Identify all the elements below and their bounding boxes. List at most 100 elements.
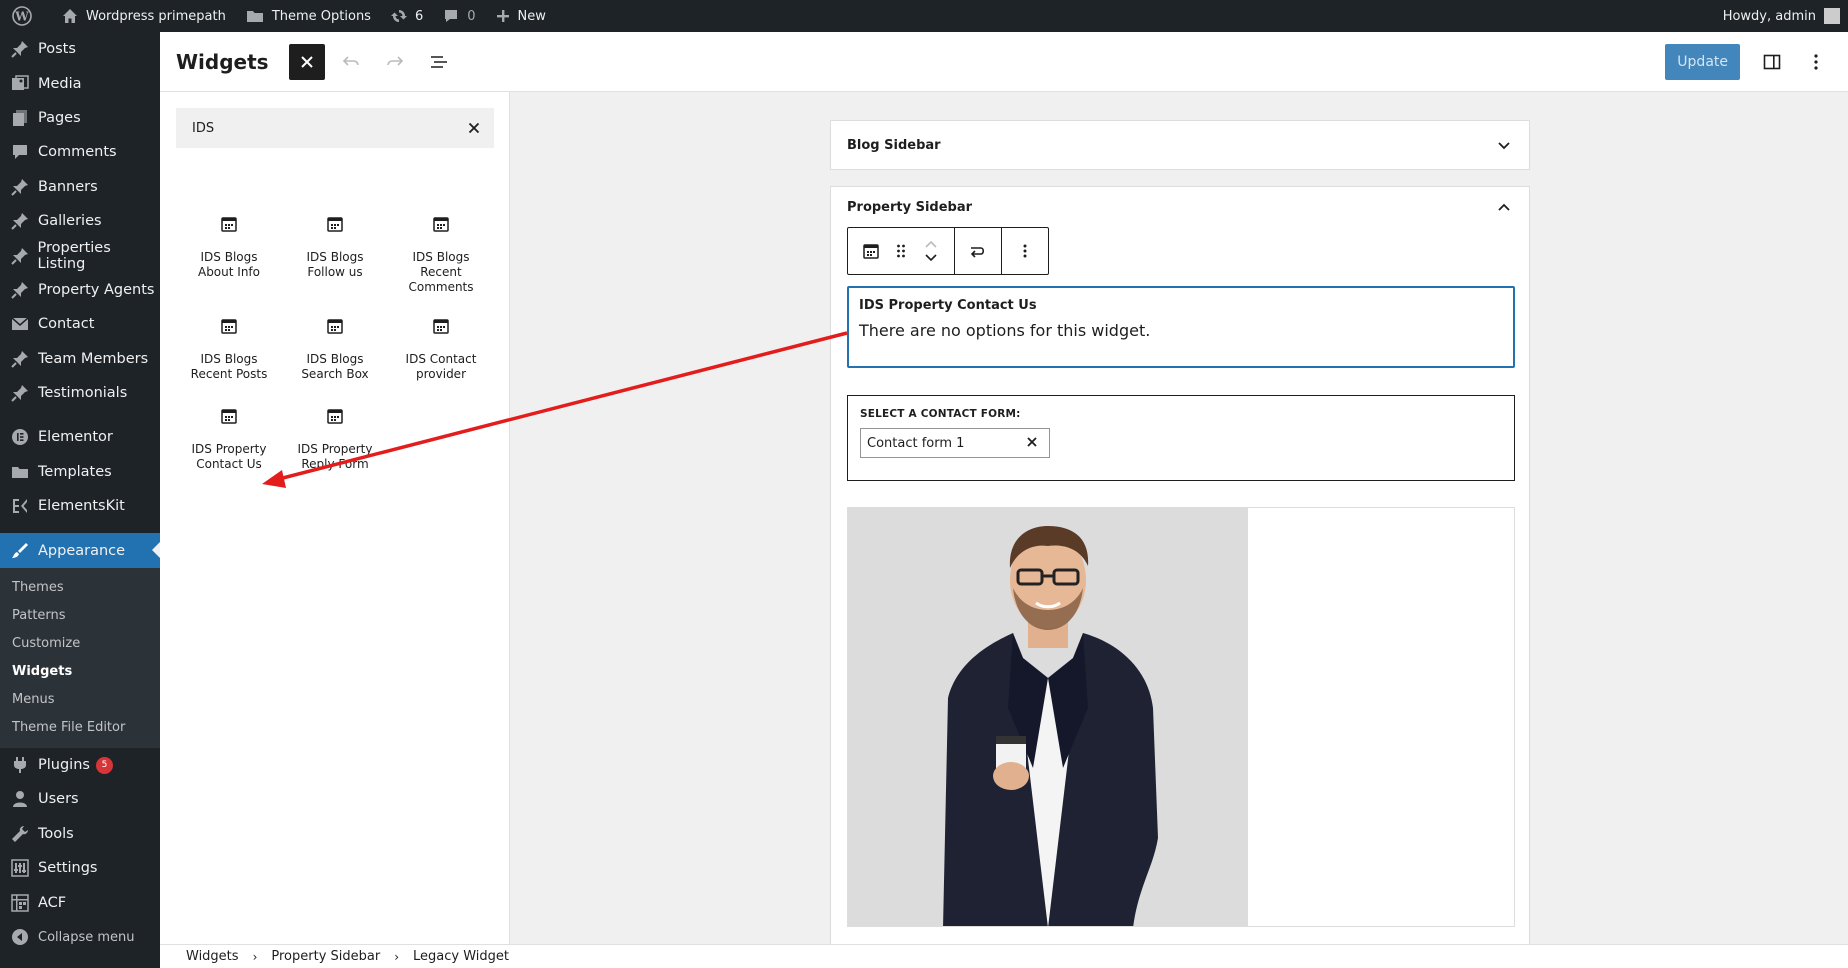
sidebar-item-galleries[interactable]: Galleries xyxy=(0,204,160,238)
convert-to-blocks-button[interactable] xyxy=(963,228,993,274)
updates-link[interactable]: 6 xyxy=(381,0,433,32)
admin-bar: W Wordpress primepath Theme Options 6 0 … xyxy=(0,0,1848,32)
options-menu-button[interactable] xyxy=(1798,44,1834,80)
sidebar-item-contact[interactable]: Contact xyxy=(0,307,160,341)
submenu-item-menus[interactable]: Menus xyxy=(0,686,160,714)
block-result-label-line: provider xyxy=(416,367,466,381)
sidebar-item-label: Users xyxy=(38,791,79,808)
sidebar-item-elementskit[interactable]: ElementsKit xyxy=(0,489,160,523)
block-options-button[interactable] xyxy=(1010,228,1040,274)
submenu-item-theme-file-editor[interactable]: Theme File Editor xyxy=(0,714,160,742)
widget-area-blog-sidebar[interactable]: Blog Sidebar xyxy=(830,120,1530,170)
drag-handle[interactable] xyxy=(886,228,916,274)
block-result-label-line: IDS Contact xyxy=(405,352,477,366)
submenu-item-themes[interactable]: Themes xyxy=(0,574,160,602)
sidebar-item-property-agents[interactable]: Property Agents xyxy=(0,273,160,307)
pushpin-icon xyxy=(10,246,30,266)
block-breadcrumb: Widgets › Property Sidebar › Legacy Widg… xyxy=(160,944,1848,968)
sidebar-item-label: Tools xyxy=(38,825,74,842)
sidebar-item-comments[interactable]: Comments xyxy=(0,135,160,169)
widget-area-property-sidebar[interactable]: Property Sidebar IDS Property Contact Us… xyxy=(830,186,1530,944)
submenu-item-patterns[interactable]: Patterns xyxy=(0,602,160,630)
updates-icon xyxy=(390,10,407,22)
chevron-down-icon[interactable] xyxy=(924,253,938,263)
block-result-label-line: Comments xyxy=(408,280,474,294)
comments-count: 0 xyxy=(467,8,476,24)
block-result-item[interactable]: IDS Blogs Recent Posts xyxy=(176,314,282,382)
block-type-button[interactable] xyxy=(856,228,886,274)
home-icon xyxy=(63,9,77,23)
comment-icon xyxy=(445,10,458,22)
submenu-item-widgets[interactable]: Widgets xyxy=(0,658,160,686)
chevron-up-icon[interactable] xyxy=(1497,201,1511,215)
pushpin-icon xyxy=(10,211,30,231)
sidebar-item-pages[interactable]: Pages xyxy=(0,101,160,135)
sidebar-item-label: ACF xyxy=(38,894,67,911)
sidebar-item-label: Testimonials xyxy=(38,385,128,402)
block-result-item[interactable]: IDS Property Reply Form xyxy=(282,404,388,472)
clear-search-icon[interactable] xyxy=(464,118,484,138)
contact-form-select[interactable]: Contact form 1 xyxy=(860,428,1050,458)
settings-sidebar-toggle[interactable] xyxy=(1754,44,1790,80)
block-result-item[interactable]: IDS Blogs Search Box xyxy=(282,314,388,382)
close-icon xyxy=(300,55,313,68)
block-result-item[interactable]: IDS Contact provider xyxy=(388,314,494,382)
chevron-down-icon[interactable] xyxy=(1497,138,1511,152)
wordpress-logo-icon[interactable]: W xyxy=(0,0,52,32)
sidebar-item-templates[interactable]: Templates xyxy=(0,455,160,489)
update-button[interactable]: Update xyxy=(1665,43,1740,80)
settings-icon xyxy=(10,858,30,878)
sidebar-item-label: Property Agents xyxy=(38,281,155,298)
pages-icon xyxy=(10,108,30,128)
sidebar-item-appearance[interactable]: Appearance xyxy=(0,533,160,568)
chevron-up-icon[interactable] xyxy=(924,239,938,249)
sidebar-item-banners[interactable]: Banners xyxy=(0,170,160,204)
sidebar-item-label: Pages xyxy=(38,109,81,126)
block-result-item[interactable]: IDS Blogs About Info xyxy=(176,212,282,280)
breadcrumb-item[interactable]: Widgets xyxy=(186,949,239,964)
comments-link[interactable]: 0 xyxy=(433,0,485,32)
list-view-button[interactable] xyxy=(421,44,457,80)
block-result-label-line: IDS Property xyxy=(191,442,267,456)
breadcrumb-item[interactable]: Property Sidebar xyxy=(271,949,380,964)
contact-form-block[interactable]: SELECT A CONTACT FORM: Contact form 1 xyxy=(847,395,1515,481)
sidebar-item-testimonials[interactable]: Testimonials xyxy=(0,376,160,410)
block-result-label-line: IDS Property xyxy=(297,442,373,456)
sidebar-item-plugins[interactable]: Plugins 5 xyxy=(0,748,160,782)
move-buttons[interactable] xyxy=(916,228,946,274)
block-toolbar xyxy=(847,227,1049,275)
theme-options-link[interactable]: Theme Options xyxy=(236,0,381,32)
clear-selection-icon[interactable] xyxy=(1025,435,1039,449)
undo-button[interactable] xyxy=(333,44,369,80)
sidebar-item-users[interactable]: Users xyxy=(0,782,160,816)
legacy-widget-block[interactable]: IDS Property Contact Us There are no opt… xyxy=(847,286,1515,368)
block-result-item[interactable]: IDS Blogs Follow us xyxy=(282,212,388,280)
block-result-item[interactable]: IDS Blogs Recent Comments xyxy=(388,212,494,295)
redo-button[interactable] xyxy=(377,44,413,80)
person-photo xyxy=(848,508,1248,926)
sidebar-item-media[interactable]: Media xyxy=(0,66,160,100)
sidebar-item-team-members[interactable]: Team Members xyxy=(0,342,160,376)
site-name-link[interactable]: Wordpress primepath xyxy=(52,0,236,32)
plugin-icon xyxy=(10,755,30,775)
sidebar-item-label: Contact xyxy=(38,316,95,333)
howdy-text: Howdy, admin xyxy=(1722,8,1816,24)
submenu-item-customize[interactable]: Customize xyxy=(0,630,160,658)
sidebar-item-elementor[interactable]: Elementor xyxy=(0,420,160,454)
image-block[interactable] xyxy=(847,507,1515,927)
collapse-menu-button[interactable]: Collapse menu xyxy=(0,920,160,954)
sidebar-item-posts[interactable]: Posts xyxy=(0,32,160,66)
editor-header: Widgets Update xyxy=(160,32,1848,92)
sidebar-item-label: Posts xyxy=(38,41,76,58)
sidebar-item-settings[interactable]: Settings xyxy=(0,851,160,885)
block-search-input[interactable]: IDS xyxy=(176,108,494,148)
close-inserter-button[interactable] xyxy=(288,43,325,80)
account-menu[interactable]: Howdy, admin xyxy=(1723,8,1848,24)
new-content-link[interactable]: New xyxy=(486,0,556,32)
sidebar-item-tools[interactable]: Tools xyxy=(0,817,160,851)
sidebar-item-properties-listing[interactable]: Properties Listing xyxy=(0,238,160,272)
block-result-item[interactable]: IDS Property Contact Us xyxy=(176,404,282,472)
sidebar-item-acf[interactable]: ACF xyxy=(0,885,160,919)
calendar-icon xyxy=(863,244,879,259)
block-result-label-line: Contact Us xyxy=(196,457,262,471)
